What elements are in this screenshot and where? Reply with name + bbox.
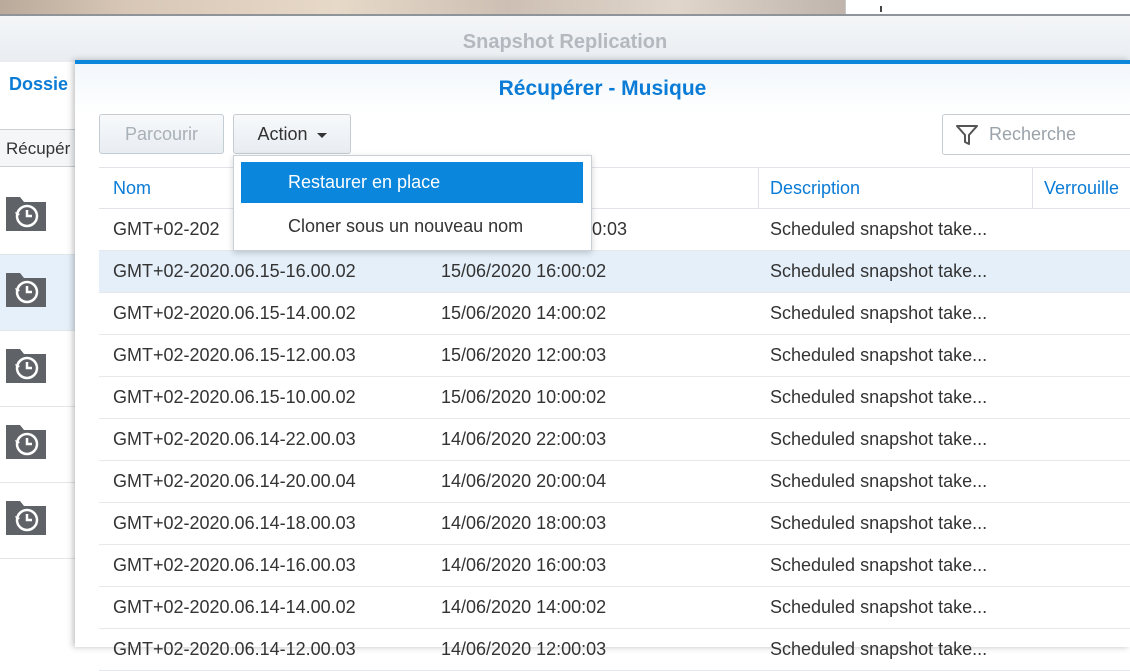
- search-input[interactable]: Recherche: [942, 114, 1130, 155]
- cell-time: 14/06/2020 20:00:04: [441, 471, 607, 491]
- action-menu: Restaurer en place Cloner sous un nouvea…: [233, 155, 592, 251]
- cell-time: 14/06/2020 22:00:03: [441, 429, 607, 449]
- recover-dialog: Récupérer - Musique Parcourir Action Rec…: [75, 60, 1130, 671]
- folder-history-icon: [6, 197, 46, 231]
- dialog-titlebar[interactable]: Récupérer - Musique: [75, 64, 1130, 114]
- column-header-description[interactable]: Description: [770, 168, 860, 208]
- cell-name: GMT+02-2020.06.14-16.00.03: [113, 555, 356, 575]
- search-placeholder: Recherche: [989, 124, 1077, 144]
- cell-name: GMT+02-2020.06.15-10.00.02: [113, 387, 356, 407]
- cell-name: GMT+02-202: [113, 219, 220, 239]
- cell-time: 15/06/2020 14:00:02: [441, 303, 607, 323]
- chevron-down-icon: [316, 132, 327, 138]
- column-header-name[interactable]: Nom: [113, 168, 151, 208]
- filter-icon: [956, 125, 978, 145]
- column-header-locked[interactable]: Verrouille: [1044, 168, 1119, 208]
- table-row[interactable]: GMT+02-2020.06.14-12.00.03 14/06/2020 12…: [99, 629, 1130, 671]
- action-button-label: Action: [257, 124, 308, 144]
- folder-history-icon: [6, 425, 46, 459]
- list-item[interactable]: [0, 331, 80, 407]
- browse-button[interactable]: Parcourir: [99, 114, 224, 154]
- cell-time: 15/06/2020 12:00:03: [441, 345, 607, 365]
- menu-item-restore-in-place[interactable]: Restaurer en place: [241, 162, 583, 203]
- cell-name: GMT+02-2020.06.14-18.00.03: [113, 513, 356, 533]
- cell-description: Scheduled snapshot take...: [770, 639, 988, 659]
- column-separator: [1032, 168, 1033, 208]
- cell-time: 14/06/2020 16:00:03: [441, 555, 607, 575]
- cell-description: Scheduled snapshot take...: [770, 471, 988, 491]
- table-row[interactable]: GMT+02-2020.06.14-18.00.03 14/06/2020 18…: [99, 503, 1130, 545]
- list-item[interactable]: [0, 407, 80, 483]
- table-row[interactable]: GMT+02-2020.06.15-10.00.02 15/06/2020 10…: [99, 377, 1130, 419]
- cell-description: Scheduled snapshot take...: [770, 261, 988, 281]
- recover-button[interactable]: Récupér: [0, 129, 80, 167]
- cell-name: GMT+02-2020.06.15-16.00.02: [113, 261, 356, 281]
- table-row[interactable]: GMT+02-2020.06.15-14.00.02 15/06/2020 14…: [99, 293, 1130, 335]
- list-item[interactable]: [0, 179, 80, 255]
- table-row[interactable]: GMT+02-2020.06.14-20.00.04 14/06/2020 20…: [99, 461, 1130, 503]
- list-item[interactable]: [0, 255, 80, 331]
- list-item[interactable]: [0, 483, 80, 559]
- folder-history-icon: [6, 349, 46, 383]
- cell-time: 15/06/2020 16:00:02: [441, 261, 607, 281]
- cell-description: Scheduled snapshot take...: [770, 513, 988, 533]
- table-row[interactable]: GMT+02-2020.06.14-16.00.03 14/06/2020 16…: [99, 545, 1130, 587]
- cell-description: Scheduled snapshot take...: [770, 429, 988, 449]
- cell-description: Scheduled snapshot take...: [770, 555, 988, 575]
- cell-name: GMT+02-2020.06.15-12.00.03: [113, 345, 356, 365]
- cell-time: 14/06/2020 14:00:02: [441, 597, 607, 617]
- cell-time: 14/06/2020 12:00:03: [441, 639, 607, 659]
- cell-description: Scheduled snapshot take...: [770, 303, 988, 323]
- cell-name: GMT+02-2020.06.14-14.00.02: [113, 597, 356, 617]
- wallpaper-strip: [0, 0, 845, 14]
- menu-item-clone-new-name[interactable]: Cloner sous un nouveau nom: [241, 206, 583, 247]
- cell-description: Scheduled snapshot take...: [770, 345, 988, 365]
- cell-name: GMT+02-2020.06.14-22.00.03: [113, 429, 356, 449]
- cell-description: Scheduled snapshot take...: [770, 219, 988, 239]
- table-row[interactable]: GMT+02-2020.06.15-16.00.02 15/06/2020 16…: [99, 251, 1130, 293]
- table-row[interactable]: GMT+02-2020.06.14-22.00.03 14/06/2020 22…: [99, 419, 1130, 461]
- cell-name: GMT+02-2020.06.14-20.00.04: [113, 471, 356, 491]
- window-title: Snapshot Replication: [462, 31, 668, 53]
- table-row[interactable]: GMT+02-2020.06.15-12.00.03 15/06/2020 12…: [99, 335, 1130, 377]
- folder-history-icon: [6, 501, 46, 535]
- cell-description: Scheduled snapshot take...: [770, 597, 988, 617]
- dialog-title: Récupérer - Musique: [498, 77, 707, 100]
- column-separator: [758, 168, 759, 208]
- cell-description: Scheduled snapshot take...: [770, 387, 988, 407]
- background-window-edge: [845, 0, 1130, 14]
- cell-name: GMT+02-2020.06.14-12.00.03: [113, 639, 356, 659]
- cell-time: 14/06/2020 18:00:03: [441, 513, 607, 533]
- window-titlebar[interactable]: Snapshot Replication: [0, 16, 1130, 62]
- cell-time: 15/06/2020 10:00:02: [441, 387, 607, 407]
- cursor-mark: [880, 6, 882, 12]
- desktop-background: [0, 0, 1130, 14]
- tab-dossier[interactable]: Dossie: [9, 74, 68, 95]
- folder-history-icon: [6, 273, 46, 307]
- cell-name: GMT+02-2020.06.15-14.00.02: [113, 303, 356, 323]
- table-row[interactable]: GMT+02-2020.06.14-14.00.02 14/06/2020 14…: [99, 587, 1130, 629]
- action-button[interactable]: Action: [233, 114, 351, 154]
